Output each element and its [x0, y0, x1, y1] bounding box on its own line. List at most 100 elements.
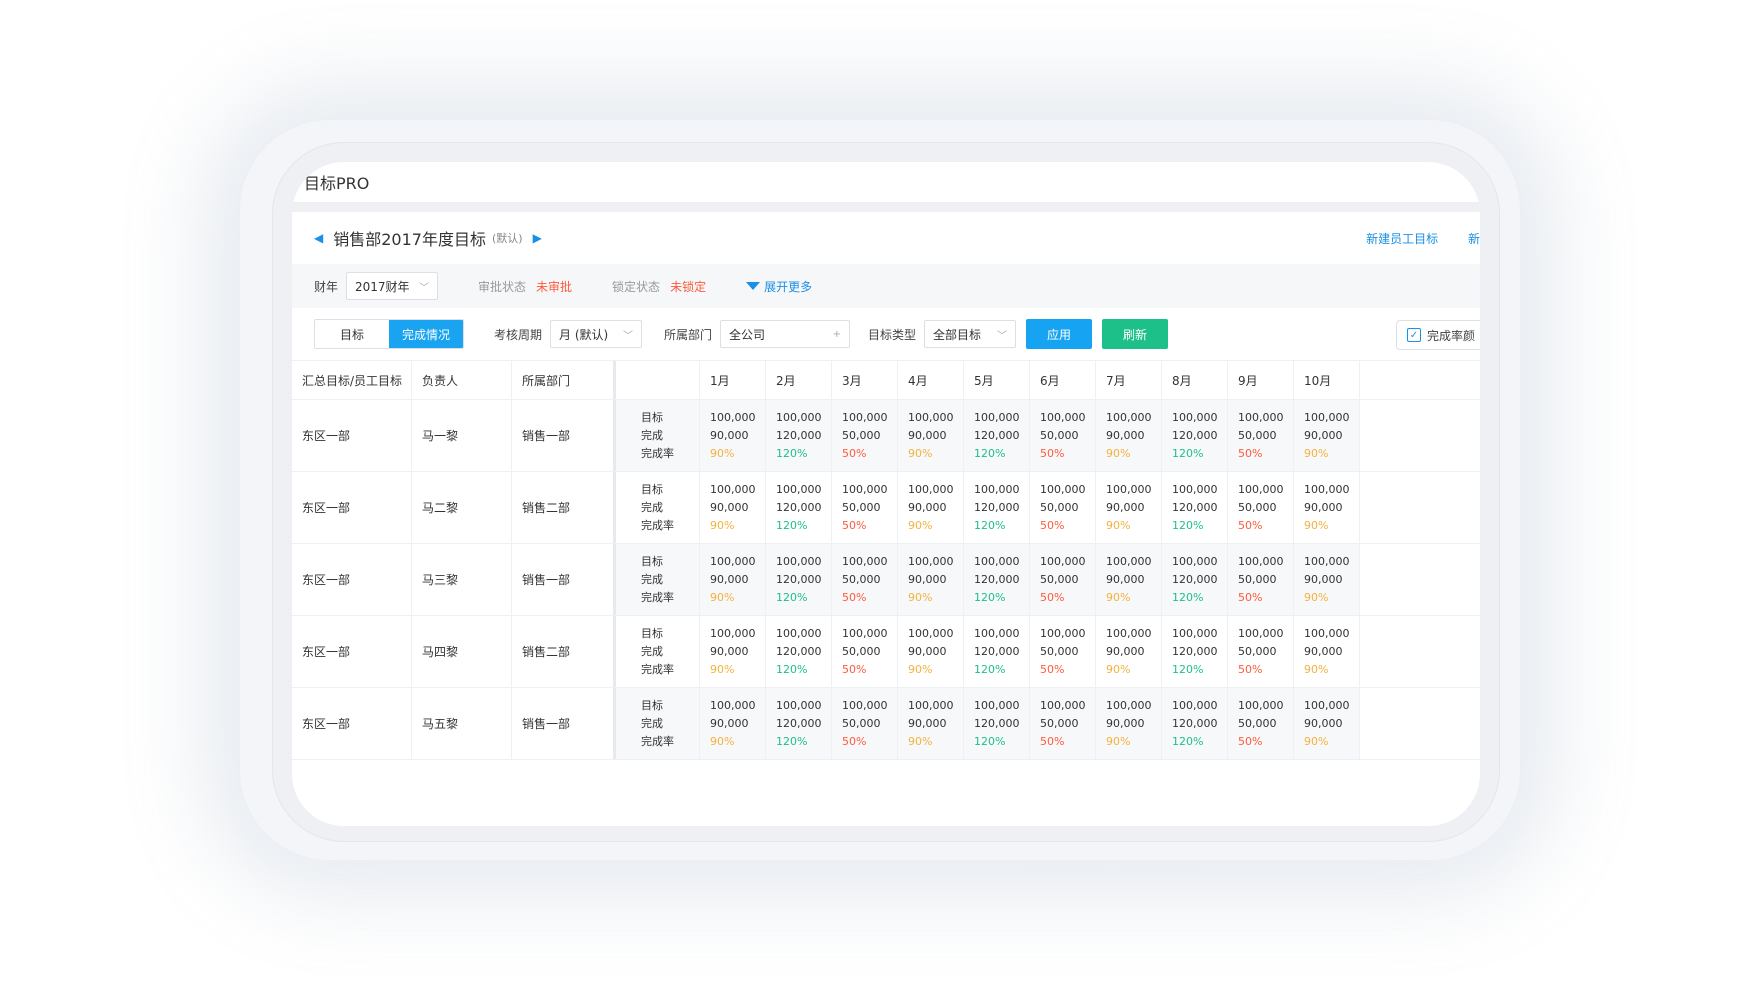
month-value-cell: 100,000 90,000 90%: [700, 688, 766, 759]
metric-label: 完成率: [641, 590, 674, 604]
month-value-cell: 100,000 50,000 50%: [1030, 472, 1096, 543]
done-value: 90,000: [1106, 716, 1145, 730]
table-row[interactable]: 东区一部 马一黎 销售一部 目标 完成 完成率 100,000 90,000 90% 100,00…: [292, 400, 1480, 472]
new-employee-goal-link[interactable]: 新建员工目标: [1366, 232, 1438, 246]
owner-cell: 马五黎: [412, 688, 512, 759]
month-values: 100,000 120,000 120%: [776, 553, 822, 607]
done-value: 120,000: [974, 716, 1020, 730]
done-value: 120,000: [776, 572, 822, 586]
col-header-month[interactable]: 5月: [964, 361, 1030, 399]
table-row[interactable]: 东区一部 马四黎 销售二部 目标 完成 完成率 100,000 90,000 90% 100,00…: [292, 616, 1480, 688]
new-link[interactable]: 新: [1468, 232, 1480, 246]
done-value: 90,000: [710, 428, 749, 442]
col-header-month[interactable]: 3月: [832, 361, 898, 399]
default-tag: (默认): [491, 232, 523, 245]
device-button: [1024, 864, 1100, 870]
rate-value: 90%: [908, 662, 933, 676]
rate-value: 120%: [1172, 518, 1204, 532]
month-value-cell: 100,000 120,000 120%: [766, 544, 832, 615]
month-value-cell: 100,000 50,000 50%: [1228, 400, 1294, 471]
done-value: 120,000: [974, 428, 1020, 442]
prev-arrow-icon[interactable]: ◀: [314, 231, 323, 245]
rate-value: 120%: [776, 662, 808, 676]
goal-cell: 东区一部: [292, 400, 412, 471]
chevron-down-icon: ﹀: [419, 282, 430, 294]
department-select[interactable]: 全公司 +: [720, 320, 851, 348]
completion-color-toggle[interactable]: ✓ 完成率颜: [1395, 320, 1480, 350]
month-values: 100,000 120,000 120%: [974, 409, 1020, 463]
done-value: 90,000: [710, 716, 749, 730]
col-header-dept[interactable]: 所属部门: [512, 361, 616, 399]
metric-label: 目标: [641, 626, 663, 640]
header-actions: 新建员工目标 新: [1340, 230, 1480, 247]
col-header-metric: [616, 361, 700, 399]
goal-type-select[interactable]: 全部目标 ﹀: [924, 320, 1017, 348]
done-value: 90,000: [710, 500, 749, 514]
fiscal-year-select[interactable]: 2017财年 ﹀: [346, 272, 439, 300]
col-header-month[interactable]: 6月: [1030, 361, 1096, 399]
rate-value: 120%: [1172, 662, 1204, 676]
target-value: 100,000: [1040, 410, 1086, 424]
refresh-button[interactable]: 刷新: [1102, 319, 1169, 349]
tab-completion[interactable]: 完成情况: [389, 320, 463, 348]
col-header-goal[interactable]: 汇总目标/员工目标: [292, 361, 412, 399]
month-values: 100,000 90,000 90%: [908, 409, 954, 463]
apply-button[interactable]: 应用: [1026, 319, 1093, 349]
month-value-cell: 100,000 50,000 50%: [1030, 688, 1096, 759]
month-values: 100,000 50,000 50%: [842, 481, 888, 535]
month-value-cell: 100,000 120,000 120%: [964, 400, 1030, 471]
col-header-month[interactable]: 4月: [898, 361, 964, 399]
month-value-cell: 100,000 120,000 120%: [964, 688, 1030, 759]
target-value: 100,000: [842, 698, 888, 712]
month-value-cell: 100,000 90,000 90%: [898, 544, 964, 615]
lock-status-value: 未锁定: [670, 279, 707, 294]
goal-cell: 东区一部: [292, 472, 412, 543]
done-value: 50,000: [842, 500, 881, 514]
table-row[interactable]: 东区一部 马二黎 销售二部 目标 完成 完成率 100,000 90,000 90% 100,00…: [292, 472, 1480, 544]
month-values: 100,000 50,000 50%: [842, 409, 888, 463]
target-value: 100,000: [908, 410, 954, 424]
target-value: 100,000: [1106, 410, 1152, 424]
month-value-cell: 100,000 90,000 90%: [700, 400, 766, 471]
done-value: 90,000: [710, 572, 749, 586]
month-headers: 1月 2月 3月 4月 5月 6月 7月 8月 9月 10月: [700, 361, 1360, 399]
rate-value: 50%: [1238, 662, 1263, 676]
rate-value: 90%: [1304, 590, 1329, 604]
done-value: 90,000: [908, 500, 947, 514]
col-header-month[interactable]: 9月: [1228, 361, 1294, 399]
app-screen: 目标PRO ◀ 销售部2017年度目标 (默认) ▶ 新建员工目标 新 财年 2…: [292, 162, 1480, 826]
metric-labels: 目标 完成 完成率: [641, 697, 674, 751]
goal-header: ◀ 销售部2017年度目标 (默认) ▶ 新建员工目标 新: [292, 212, 1480, 264]
col-header-owner[interactable]: 负责人: [412, 361, 512, 399]
rate-value: 90%: [908, 518, 933, 532]
done-value: 50,000: [842, 716, 881, 730]
metric-label: 完成: [641, 716, 663, 730]
next-arrow-icon[interactable]: ▶: [533, 231, 542, 245]
col-header-month[interactable]: 7月: [1096, 361, 1162, 399]
month-value-cell: 100,000 90,000 90%: [1096, 544, 1162, 615]
month-value-cell: 100,000 90,000 90%: [1096, 616, 1162, 687]
month-values: 100,000 90,000 90%: [1304, 481, 1350, 535]
col-header-month[interactable]: 10月: [1294, 361, 1360, 399]
col-header-month[interactable]: 2月: [766, 361, 832, 399]
month-value-cell: 100,000 120,000 120%: [1162, 688, 1228, 759]
month-values: 100,000 120,000 120%: [776, 481, 822, 535]
month-values: 100,000 120,000 120%: [1172, 697, 1218, 751]
tab-goal[interactable]: 目标: [315, 320, 389, 348]
metric-label: 完成率: [641, 662, 674, 676]
rate-value: 120%: [776, 734, 808, 748]
month-values: 100,000 50,000 50%: [1040, 625, 1086, 679]
month-value-cell: 100,000 120,000 120%: [1162, 616, 1228, 687]
col-header-month[interactable]: 1月: [700, 361, 766, 399]
owner-cell: 马三黎: [412, 544, 512, 615]
month-value-cell: 100,000 50,000 50%: [1030, 544, 1096, 615]
expand-more-link[interactable]: 展开更多: [746, 278, 812, 295]
period-select[interactable]: 月 (默认) ﹀: [550, 320, 643, 348]
table-row[interactable]: 东区一部 马三黎 销售一部 目标 完成 完成率 100,000 90,000 90% 100,00…: [292, 544, 1480, 616]
col-header-month[interactable]: 8月: [1162, 361, 1228, 399]
table-row[interactable]: 东区一部 马五黎 销售一部 目标 完成 完成率 100,000 90,000 90% 100,00…: [292, 688, 1480, 760]
metric-labels-cell: 目标 完成 完成率: [616, 400, 700, 471]
month-values: 100,000 120,000 120%: [974, 625, 1020, 679]
month-value-cell: 100,000 50,000 50%: [832, 688, 898, 759]
month-values: 100,000 90,000 90%: [710, 409, 756, 463]
